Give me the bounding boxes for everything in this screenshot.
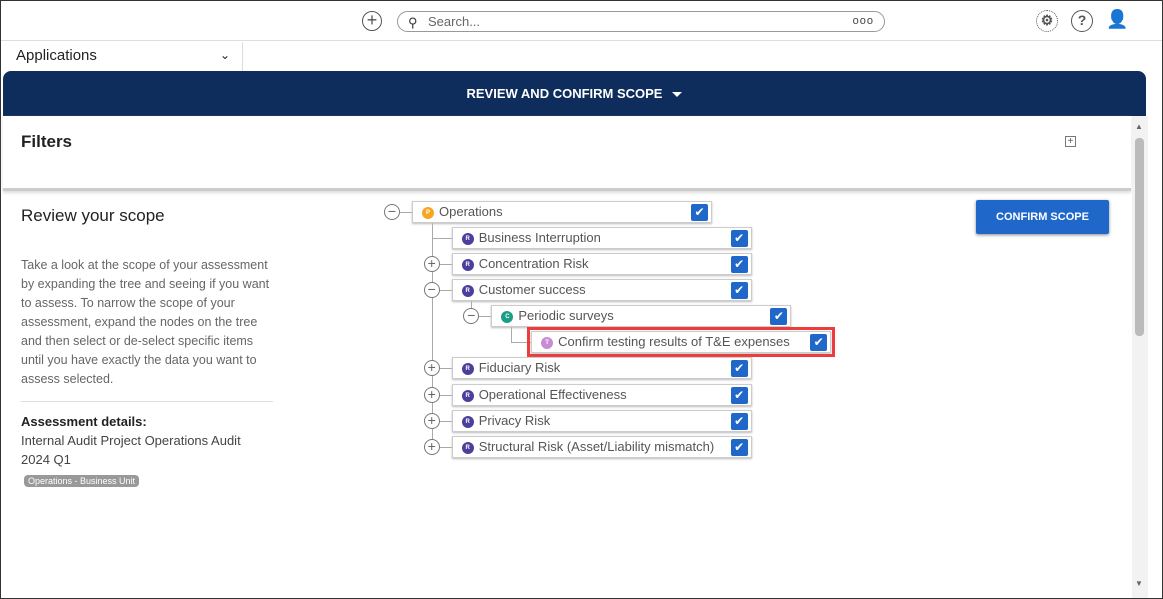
tree-node[interactable]: R Business Interruption ✔	[451, 227, 752, 249]
node-checkbox[interactable]: ✔	[730, 282, 748, 299]
node-checkbox[interactable]: ✔	[730, 413, 748, 430]
expand-node-icon[interactable]: +	[423, 256, 440, 272]
tree-node[interactable]: T Confirm testing results of T&E expenses…	[527, 327, 836, 357]
tree-connector	[439, 421, 452, 422]
tree-connector	[511, 342, 531, 343]
filters-panel: Filters +	[3, 116, 1131, 191]
collapse-node-icon[interactable]: −	[463, 308, 480, 324]
tree-node[interactable]: R Fiduciary Risk ✔	[451, 357, 752, 379]
node-label: Customer success	[478, 282, 586, 297]
tree-node[interactable]: R Operational Effectiveness ✔	[451, 384, 752, 406]
applications-dropdown[interactable]: Applications ⌄	[1, 42, 243, 71]
tree-node[interactable]: R Structural Risk (Asset/Liability mismat…	[451, 436, 752, 458]
tree-node[interactable]: R Privacy Risk ✔	[451, 410, 752, 432]
scroll-up-icon[interactable]: ▲	[1135, 122, 1143, 131]
tree-node[interactable]: R Customer success ✔	[451, 279, 752, 301]
app-bar: Applications ⌄	[1, 42, 1148, 71]
tree-connector	[511, 327, 512, 342]
expand-node-icon[interactable]: +	[423, 439, 440, 455]
node-type-icon: C	[501, 311, 514, 323]
tree-node[interactable]: P Operations ✔	[412, 201, 712, 223]
node-checkbox[interactable]: ✔	[691, 204, 708, 221]
node-label: Confirm testing results of T&E expenses	[558, 334, 790, 349]
more-options-icon[interactable]: ooo	[853, 12, 874, 31]
node-type-icon: R	[461, 233, 474, 245]
top-bar: + ⚲ Search... ooo ⚙ ? 👤	[1, 1, 1162, 41]
scrollbar-thumb[interactable]	[1135, 138, 1144, 336]
tree-node[interactable]: C Periodic surveys ✔	[491, 305, 792, 327]
node-label: Operations	[439, 204, 503, 219]
expand-node-icon[interactable]: +	[423, 413, 440, 429]
search-input[interactable]: ⚲ Search... ooo	[397, 11, 885, 32]
node-checkbox[interactable]: ✔	[730, 439, 748, 456]
user-icon[interactable]: 👤	[1106, 10, 1128, 32]
assessment-details-value: Internal Audit Project Operations Audit …	[21, 433, 241, 467]
scope-info: Review your scope Take a look at the sco…	[21, 206, 273, 489]
business-unit-badge: Operations - Business Unit	[24, 475, 140, 487]
node-label: Structural Risk (Asset/Liability mismatc…	[478, 439, 715, 454]
node-checkbox[interactable]: ✔	[730, 360, 748, 377]
help-icon[interactable]: ?	[1071, 10, 1093, 32]
tree-connector	[432, 238, 452, 239]
search-icon: ⚲	[408, 15, 418, 30]
tree-connector	[439, 447, 452, 448]
assessment-details-label: Assessment details:	[21, 414, 147, 429]
search-placeholder: Search...	[428, 14, 481, 29]
tree-connector	[439, 368, 452, 369]
tree-connector	[439, 290, 452, 291]
node-label: Fiduciary Risk	[478, 360, 561, 375]
caret-down-icon	[672, 92, 683, 98]
node-label: Operational Effectiveness	[478, 387, 627, 402]
node-label: Privacy Risk	[478, 413, 551, 428]
tree-connector	[400, 212, 412, 213]
tree-connector	[439, 264, 452, 265]
node-type-icon: R	[461, 416, 474, 428]
settings-icon[interactable]: ⚙	[1036, 10, 1058, 32]
node-type-icon: T	[541, 337, 554, 349]
page-title: REVIEW AND CONFIRM SCOPE	[466, 86, 663, 101]
confirm-scope-button[interactable]: CONFIRM SCOPE	[976, 200, 1109, 234]
node-checkbox[interactable]: ✔	[770, 308, 788, 325]
node-checkbox[interactable]: ✔	[810, 334, 828, 351]
collapse-node-icon[interactable]: −	[423, 282, 440, 298]
node-label: Periodic surveys	[518, 308, 614, 323]
node-checkbox[interactable]: ✔	[730, 230, 748, 247]
divider	[21, 401, 273, 402]
add-icon[interactable]: +	[362, 11, 382, 31]
tree-connector	[439, 395, 452, 396]
tree-node[interactable]: R Concentration Risk ✔	[451, 253, 752, 275]
node-type-icon: R	[461, 259, 474, 271]
scope-title: Review your scope	[21, 206, 165, 225]
page-header[interactable]: REVIEW AND CONFIRM SCOPE	[3, 71, 1146, 116]
node-type-icon: R	[461, 285, 474, 297]
node-label: Business Interruption	[478, 230, 601, 245]
expand-node-icon[interactable]: +	[423, 360, 440, 376]
tree-connector	[479, 316, 492, 317]
applications-label: Applications	[16, 47, 97, 64]
node-checkbox[interactable]: ✔	[730, 387, 748, 404]
collapse-node-icon[interactable]: −	[384, 204, 400, 220]
chevron-down-icon: ⌄	[219, 48, 230, 62]
node-label: Concentration Risk	[478, 256, 589, 271]
scrollbar[interactable]: ▲ ▼	[1132, 116, 1148, 598]
expand-node-icon[interactable]: +	[423, 387, 440, 403]
filters-title: Filters	[21, 132, 73, 151]
scope-description: Take a look at the scope of your assessm…	[21, 258, 270, 386]
node-type-icon: R	[461, 442, 474, 454]
node-type-icon: P	[422, 207, 434, 219]
scroll-down-icon[interactable]: ▼	[1135, 579, 1143, 588]
expand-filters-icon[interactable]: +	[1065, 136, 1076, 147]
node-type-icon: R	[461, 363, 474, 375]
node-type-icon: R	[461, 390, 474, 402]
node-checkbox[interactable]: ✔	[730, 256, 748, 273]
